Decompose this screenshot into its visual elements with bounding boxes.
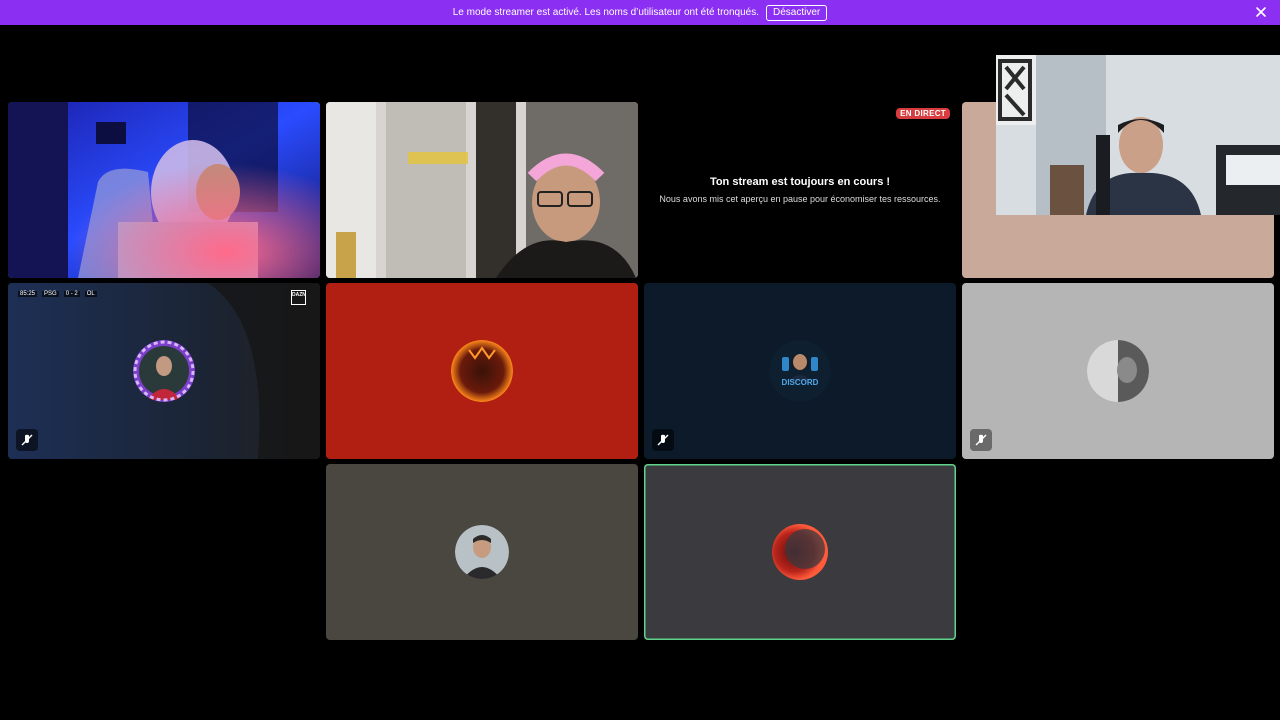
- video-frame: [996, 55, 1280, 215]
- voice-call-grid: EN DIRECT Ton stream est toujours en cou…: [0, 25, 1280, 720]
- stream-paused-subtitle: Nous avons mis cet aperçu en pause pour …: [659, 194, 941, 204]
- participant-video-tile[interactable]: [326, 102, 638, 278]
- video-frame: [326, 102, 638, 278]
- self-camera-overlay[interactable]: [996, 55, 1280, 215]
- avatar: [1087, 340, 1149, 402]
- broadcaster-logo: DAZN: [291, 290, 306, 305]
- avatar: [451, 340, 513, 402]
- banner-message: Le mode streamer est activé. Les noms d’…: [452, 7, 760, 18]
- avatar: [133, 340, 195, 402]
- team-away: OL: [84, 290, 97, 297]
- mic-muted-icon: [16, 429, 38, 451]
- live-badge: EN DIRECT: [896, 108, 950, 119]
- streamer-mode-banner: Le mode streamer est activé. Les noms d’…: [0, 0, 1280, 25]
- avatar: DISCORD: [769, 340, 831, 402]
- participant-video-tile[interactable]: [8, 102, 320, 278]
- mic-muted-icon: [652, 429, 674, 451]
- match-time: 85:25: [18, 290, 38, 297]
- avatar: [455, 525, 509, 579]
- participant-avatar-tile[interactable]: [644, 464, 956, 640]
- mic-muted-icon: [970, 429, 992, 451]
- participant-avatar-tile[interactable]: [326, 464, 638, 640]
- participant-avatar-tile[interactable]: DISCORD: [644, 283, 956, 459]
- match-score: 0 - 2: [63, 290, 80, 297]
- match-score-overlay: 85:25 PSG 0 - 2 OL: [18, 289, 97, 298]
- stream-preview-tile[interactable]: EN DIRECT Ton stream est toujours en cou…: [644, 102, 956, 278]
- team-home: PSG: [42, 290, 59, 297]
- avatar-label: DISCORD: [781, 378, 819, 387]
- participant-avatar-tile[interactable]: 85:25 PSG 0 - 2 OL DAZN: [8, 283, 320, 459]
- participant-avatar-tile[interactable]: [326, 283, 638, 459]
- close-icon[interactable]: [1254, 5, 1268, 19]
- video-frame: [8, 102, 320, 278]
- avatar: [769, 521, 831, 583]
- disable-streamer-mode-button[interactable]: Désactiver: [766, 4, 828, 21]
- stream-paused-title: Ton stream est toujours en cours !: [709, 176, 891, 188]
- participant-avatar-tile[interactable]: [962, 283, 1274, 459]
